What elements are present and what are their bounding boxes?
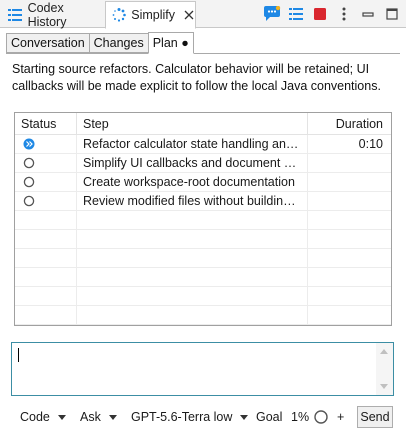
chevron-down-icon — [108, 414, 117, 420]
pending-status-icon — [23, 176, 35, 188]
empty-cell — [308, 287, 391, 305]
list-icon[interactable] — [286, 4, 306, 24]
plan-intro-text: Starting source refactors. Calculator be… — [12, 62, 381, 93]
column-header-step[interactable]: Step — [77, 113, 308, 135]
step-cell: Refactor calculator state handling and c… — [77, 135, 308, 153]
status-cell — [15, 154, 77, 172]
empty-table-row — [15, 211, 391, 230]
empty-cell — [77, 211, 308, 229]
tab-changes[interactable]: Changes — [88, 33, 148, 53]
mode-dropdown[interactable]: Code — [20, 403, 66, 431]
chevron-down-icon — [240, 414, 249, 420]
maximize-icon[interactable] — [382, 4, 402, 24]
more-icon[interactable] — [334, 4, 354, 24]
status-cell — [15, 192, 77, 210]
list-icon — [7, 7, 23, 23]
table-row[interactable]: Review modified files without building .… — [15, 192, 391, 211]
step-text: Review modified files without building .… — [83, 194, 301, 208]
empty-cell — [15, 268, 77, 286]
table-header: Status Step Duration — [15, 113, 391, 135]
step-cell: Create workspace-root documentation — [77, 173, 308, 191]
scroll-up-icon[interactable] — [380, 349, 388, 354]
spinner-icon — [111, 7, 126, 23]
progress-percent: 1% — [291, 410, 310, 424]
chat-icon[interactable] — [262, 4, 282, 24]
status-cell — [15, 135, 77, 153]
stop-icon[interactable] — [310, 4, 330, 24]
input-scrollbar[interactable] — [376, 343, 393, 395]
text-caret — [18, 348, 19, 362]
empty-table-row — [15, 325, 391, 326]
add-button[interactable]: + — [337, 403, 344, 431]
duration-cell: 0:10 — [358, 137, 383, 151]
content-tabs: Conversation Changes Plan ● — [6, 32, 194, 54]
column-header-duration[interactable]: Duration — [308, 113, 391, 135]
step-text: Create workspace-root documentation — [83, 175, 295, 189]
column-header-status[interactable]: Status — [15, 113, 77, 135]
table-row[interactable]: Create workspace-root documentation — [15, 173, 391, 192]
plan-table: Status Step Duration Refactor calculator… — [14, 112, 392, 326]
empty-cell — [77, 287, 308, 305]
empty-table-row — [15, 306, 391, 325]
duration-cell — [308, 192, 391, 210]
empty-cell — [308, 249, 391, 267]
empty-cell — [77, 268, 308, 286]
tab-codex-history[interactable]: Codex History — [2, 0, 104, 29]
step-cell: Simplify UI callbacks and document sup..… — [77, 154, 308, 172]
empty-cell — [308, 268, 391, 286]
empty-table-row — [15, 287, 391, 306]
model-label: GPT-5.6-Terra low — [131, 410, 233, 424]
table-row[interactable]: Simplify UI callbacks and document sup..… — [15, 154, 391, 173]
empty-cell — [308, 325, 391, 326]
minimize-icon[interactable] — [358, 4, 378, 24]
empty-table-row — [15, 249, 391, 268]
model-dropdown[interactable]: GPT-5.6-Terra low — [131, 403, 249, 431]
table-row[interactable]: Refactor calculator state handling and c… — [15, 135, 391, 154]
empty-table-row — [15, 268, 391, 287]
step-cell: Review modified files without building .… — [77, 192, 308, 210]
empty-cell — [15, 325, 77, 326]
step-text: Refactor calculator state handling and c… — [83, 137, 301, 151]
duration-cell — [308, 154, 391, 172]
empty-cell — [15, 287, 77, 305]
empty-cell — [308, 306, 391, 324]
goal-progress: 1% — [291, 403, 328, 431]
mode-label: Code — [20, 410, 50, 424]
send-button[interactable]: Send — [357, 406, 393, 428]
step-text: Simplify UI callbacks and document sup..… — [83, 156, 301, 170]
empty-cell — [15, 249, 77, 267]
goal-button[interactable]: Goal — [256, 403, 282, 431]
empty-cell — [77, 306, 308, 324]
close-icon[interactable] — [183, 9, 195, 21]
empty-cell — [15, 230, 77, 248]
view-toolbar — [258, 0, 406, 28]
scroll-down-icon[interactable] — [380, 384, 388, 389]
empty-table-row — [15, 230, 391, 249]
empty-cell — [15, 306, 77, 324]
progress-ring-icon — [314, 410, 328, 424]
empty-cell — [77, 325, 308, 326]
pending-status-icon — [23, 195, 35, 207]
pending-status-icon — [23, 157, 35, 169]
approval-dropdown[interactable]: Ask — [80, 403, 117, 431]
table-body: Refactor calculator state handling and c… — [15, 135, 391, 326]
tab-simplify[interactable]: Simplify — [105, 1, 196, 29]
empty-cell — [77, 249, 308, 267]
tab-label: Codex History — [27, 0, 67, 29]
empty-cell — [15, 211, 77, 229]
empty-cell — [308, 230, 391, 248]
tab-label: Simplify — [131, 8, 175, 22]
message-input[interactable] — [11, 342, 394, 396]
approval-label: Ask — [80, 410, 101, 424]
tab-conversation[interactable]: Conversation — [6, 33, 89, 53]
empty-cell — [308, 211, 391, 229]
tab-plan[interactable]: Plan ● — [147, 32, 194, 54]
empty-cell — [77, 230, 308, 248]
bottom-bar: Code Ask GPT-5.6-Terra low Goal 1% + — [0, 403, 406, 431]
in-progress-status-icon — [23, 138, 35, 150]
duration-cell — [308, 173, 391, 191]
status-cell — [15, 173, 77, 191]
view-tab-bar: Codex History Simplify — [0, 0, 406, 29]
chevron-down-icon — [57, 414, 66, 420]
